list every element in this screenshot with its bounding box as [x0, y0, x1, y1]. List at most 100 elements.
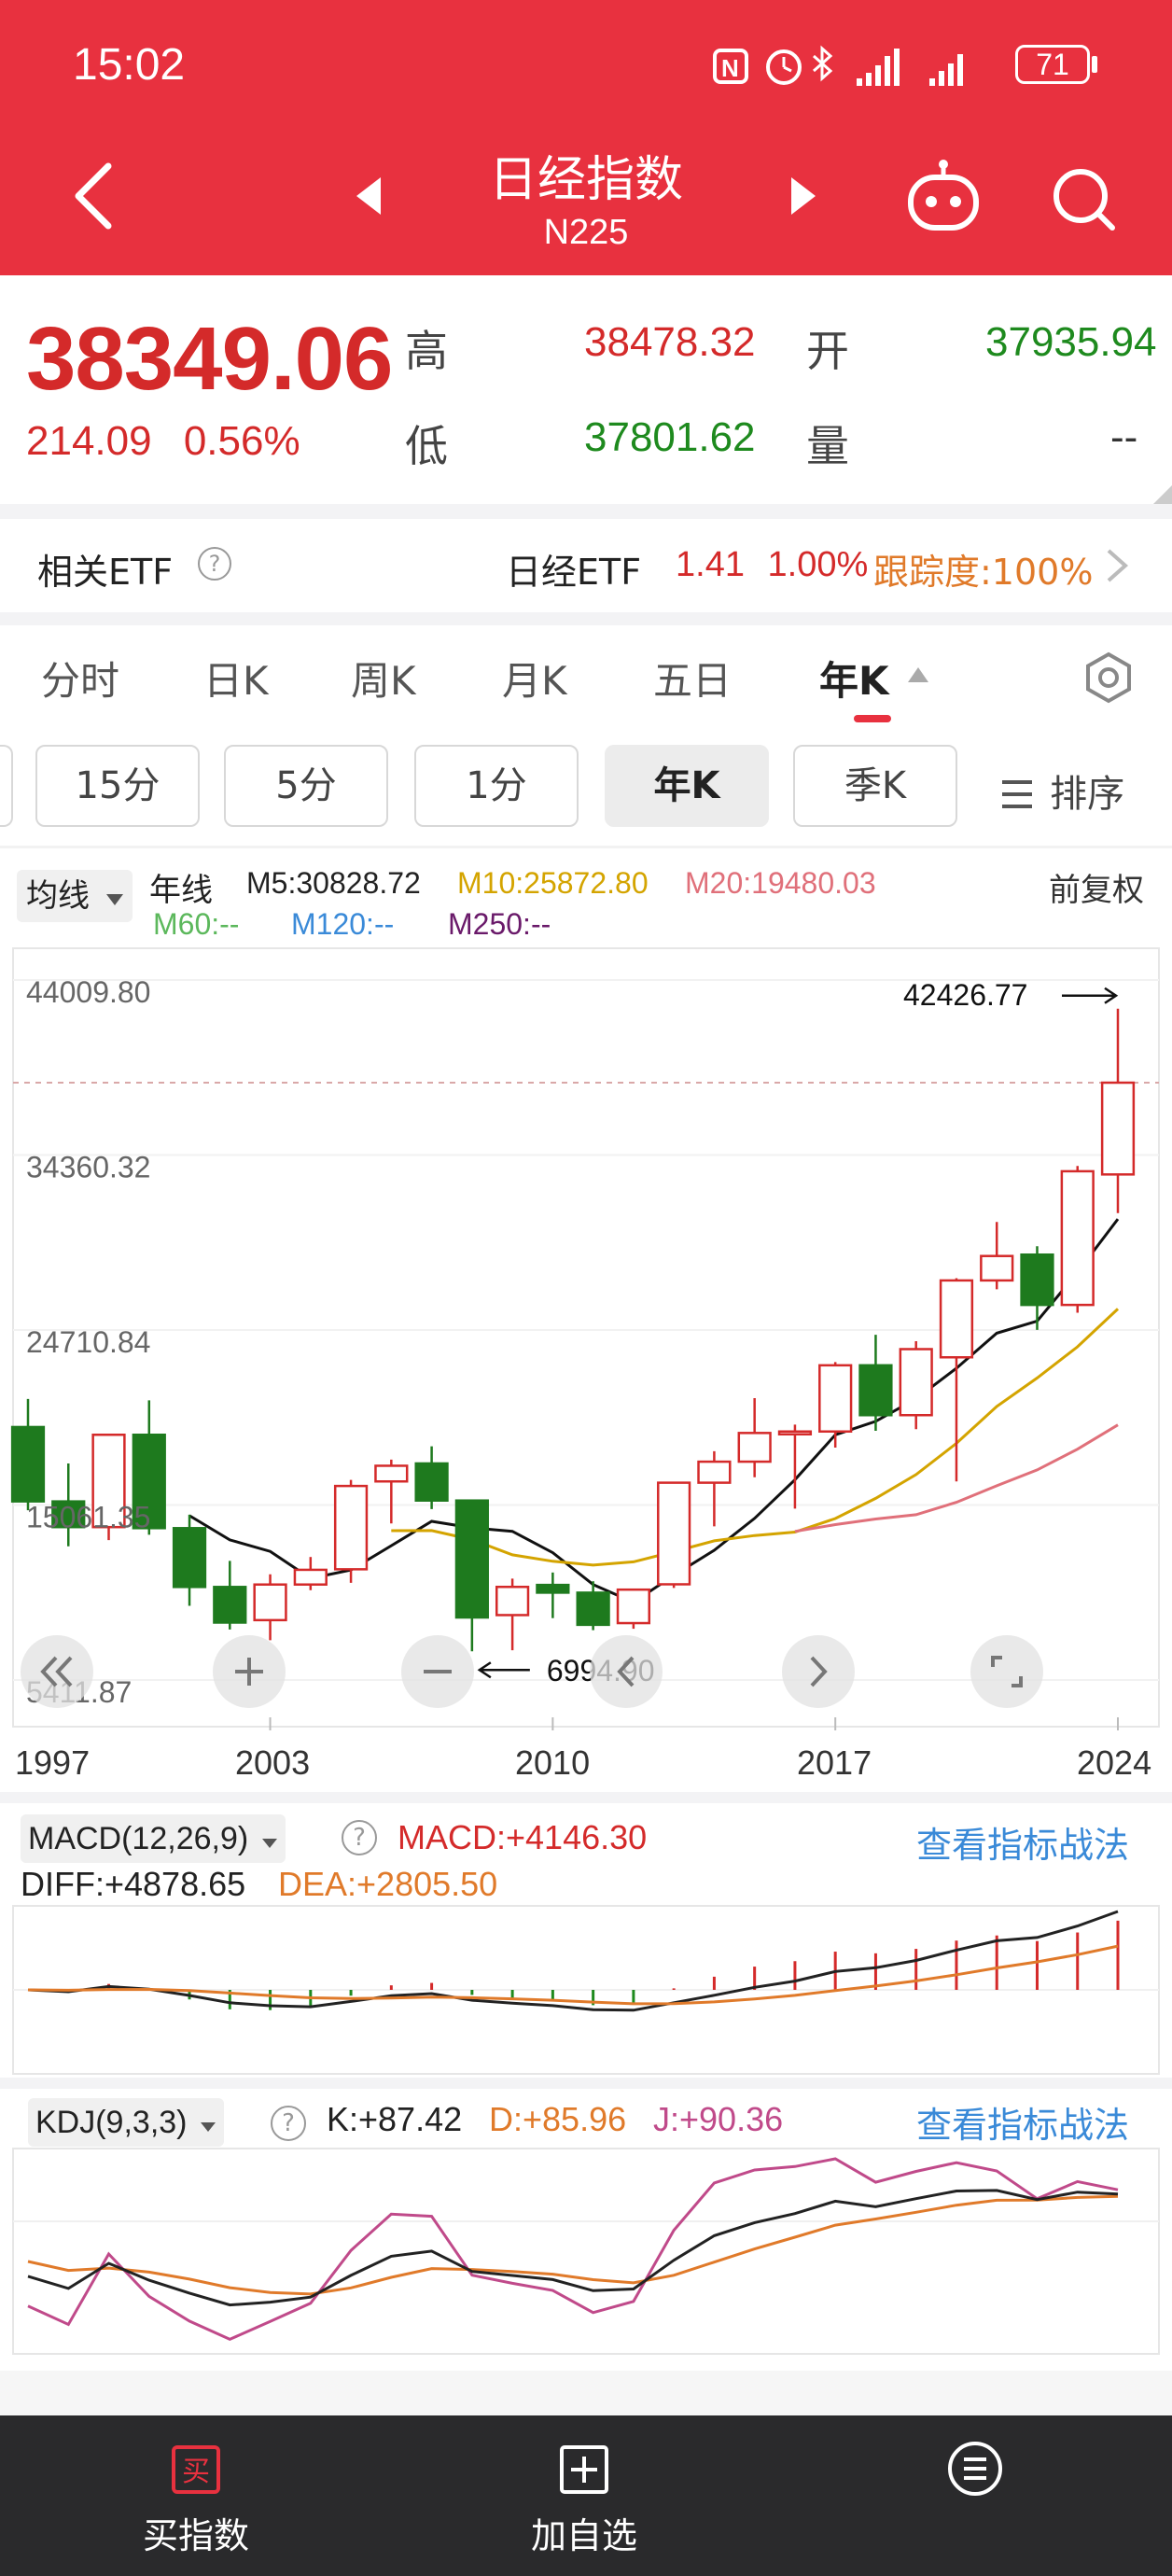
fullscreen-icon [991, 1656, 1023, 1687]
kdj-d-value: D:+85.96 [489, 2100, 627, 2138]
candle-body [253, 1583, 287, 1622]
period-button-cutoff[interactable] [0, 745, 13, 827]
max-price-label: 42426.77 [903, 978, 1027, 1012]
add-watchlist-button[interactable]: 加自选 [463, 2443, 705, 2558]
kdj-selector-label: KDJ(9,3,3) [35, 2105, 188, 2140]
candle-body [980, 1254, 1014, 1282]
macd-strategy-link[interactable]: 查看指标战法 [916, 1816, 1129, 1868]
expand-corner-mark[interactable] [1151, 485, 1172, 506]
ma5-line [188, 1218, 1120, 1604]
price-change: 214.09 0.56% [26, 418, 300, 465]
settings-button[interactable] [1082, 651, 1135, 704]
double-chevron-left-icon [40, 1656, 73, 1687]
macd-selector-label: MACD(12,26,9) [28, 1821, 249, 1856]
low-value: 37801.62 [584, 414, 756, 460]
status-time: 15:02 [73, 40, 186, 90]
ma5-value: M5:30828.72 [246, 866, 421, 900]
high-value: 38478.32 [584, 319, 756, 365]
sort-button[interactable]: 排序 [1000, 763, 1124, 818]
tab-intraday[interactable]: 分时 [41, 650, 119, 707]
ma-selector[interactable]: 均线 [17, 870, 133, 922]
candle-body [1060, 1169, 1095, 1307]
plus-icon [235, 1658, 263, 1686]
fullscreen-button[interactable] [970, 1635, 1043, 1708]
help-icon[interactable]: ? [271, 2106, 306, 2141]
search-icon [1053, 169, 1115, 231]
x-tick-label: 2010 [515, 1743, 591, 1782]
period-1min[interactable]: 1分 [414, 745, 579, 827]
candle-body [899, 1348, 933, 1417]
tab-daily-k[interactable]: 日K [203, 650, 269, 707]
period-15min[interactable]: 15分 [35, 745, 200, 827]
chevron-right-icon [1105, 547, 1129, 588]
tab-weekly-k[interactable]: 周K [351, 650, 416, 707]
pan-left-button[interactable] [590, 1635, 663, 1708]
candle-body [454, 1499, 489, 1619]
etf-price: 1.41 [676, 545, 745, 584]
macd-value: MACD:+4146.30 [398, 1818, 648, 1856]
macd-selector[interactable]: MACD(12,26,9) [21, 1814, 286, 1863]
kdj-strategy-link[interactable]: 查看指标战法 [916, 2096, 1129, 2148]
zoom-out-button[interactable] [401, 1635, 474, 1708]
candle-body [777, 1430, 813, 1436]
period-5min[interactable]: 5分 [224, 745, 388, 827]
buy-icon: 买 [172, 2445, 220, 2494]
scroll-left-button[interactable] [21, 1635, 93, 1708]
y-tick-label: 15061.35 [26, 1501, 150, 1534]
tab-monthly-k[interactable]: 月K [502, 650, 567, 707]
kdj-d-line [27, 2194, 1119, 2296]
battery-indicator: 71 [1015, 45, 1090, 84]
kdj-k-value: K:+87.42 [327, 2100, 463, 2138]
change-percent: 0.56% [183, 418, 300, 464]
sort-label: 排序 [1050, 773, 1125, 816]
more-menu-button[interactable] [946, 2440, 1004, 2501]
candle-body [858, 1364, 893, 1417]
tab-yearly-k[interactable]: 年K [819, 650, 889, 707]
macd-chart[interactable] [0, 1904, 1172, 2078]
dea-value: DEA:+2805.50 [278, 1865, 498, 1903]
help-icon[interactable]: ? [342, 1820, 377, 1855]
svg-text:买: 买 [182, 2456, 210, 2488]
gear-icon [1086, 651, 1131, 704]
period-quarterly[interactable]: 季K [793, 745, 957, 827]
x-tick-label: 2003 [235, 1743, 311, 1782]
zoom-in-button[interactable] [213, 1635, 286, 1708]
divider [0, 846, 1172, 848]
triangle-right-icon [791, 177, 816, 215]
x-tick-label: 2017 [797, 1743, 872, 1782]
triangle-down-icon [200, 2122, 216, 2132]
candle-body [939, 1279, 974, 1359]
help-icon[interactable]: ? [198, 547, 231, 581]
kdj-selector[interactable]: KDJ(9,3,3) [28, 2098, 224, 2147]
battery-tip [1092, 56, 1097, 73]
active-tab-indicator [854, 715, 891, 722]
svg-text:N: N [721, 54, 739, 82]
candle-body [536, 1583, 570, 1594]
adjust-type[interactable]: 前复权 [1049, 864, 1144, 910]
pan-right-button[interactable] [782, 1635, 855, 1708]
tab-five-day[interactable]: 五日 [653, 650, 732, 707]
kdj-k-line [27, 2189, 1119, 2307]
y-tick-label: 44009.80 [26, 975, 150, 1009]
menu-circle-icon [948, 2442, 1002, 2496]
candle-body [495, 1585, 530, 1617]
kdj-chart[interactable] [0, 2147, 1172, 2358]
minus-icon [424, 1670, 452, 1673]
diff-value: DIFF:+4878.65 [21, 1865, 246, 1903]
assistant-button[interactable] [903, 157, 984, 237]
app-header: 15:02 N 71 日经指数 N225 [0, 0, 1172, 275]
next-index-button[interactable] [789, 175, 817, 217]
search-button[interactable] [1049, 164, 1118, 233]
robot-icon [908, 160, 979, 231]
change-value: 214.09 [26, 418, 152, 464]
ma120-value: M120:-- [291, 907, 395, 941]
page-title: 日经指数 [488, 152, 683, 208]
x-tick-label: 1997 [15, 1743, 91, 1782]
spacer [0, 2371, 1172, 2415]
candle-body [737, 1432, 772, 1463]
buy-index-button[interactable]: 买 买指数 [75, 2443, 317, 2558]
etf-tracking: 跟踪度:100% [873, 552, 1094, 593]
candle-body [213, 1586, 247, 1624]
period-yearly[interactable]: 年K [605, 745, 769, 827]
divider [0, 504, 1172, 519]
